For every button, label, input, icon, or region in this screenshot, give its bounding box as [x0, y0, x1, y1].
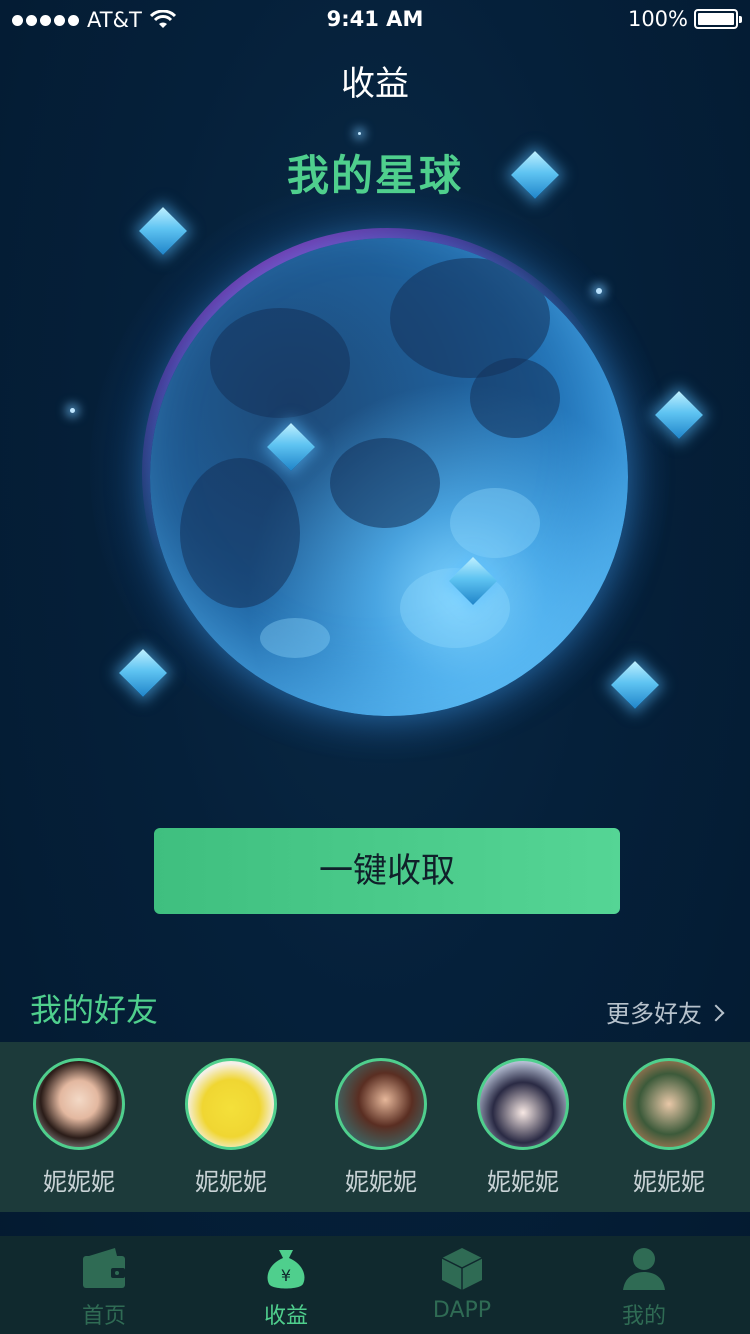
money-bag-icon: ¥: [263, 1246, 309, 1292]
wallet-icon: [81, 1246, 127, 1292]
status-bar: AT&T 9:41 AM 100%: [0, 0, 750, 40]
page-title: 收益: [341, 64, 409, 104]
svg-text:¥: ¥: [281, 1266, 291, 1285]
avatar: [185, 1058, 277, 1150]
planet-image: [150, 238, 628, 716]
tab-dapp[interactable]: DAPP: [402, 1246, 522, 1323]
avatar: [623, 1058, 715, 1150]
avatar: [477, 1058, 569, 1150]
cube-icon: [439, 1246, 485, 1292]
screen: AT&T 9:41 AM 100% 收益 我的星球 一键收取 我的好友 更多好友…: [0, 0, 750, 1334]
friend-item[interactable]: 妮妮妮: [326, 1058, 436, 1197]
person-icon: [621, 1246, 667, 1292]
tab-bar: 首页 ¥ 收益 DAPP 我的: [0, 1236, 750, 1334]
friend-item[interactable]: 妮妮妮: [468, 1058, 578, 1197]
friend-name: 妮妮妮: [633, 1168, 705, 1196]
friend-item[interactable]: 妮妮妮: [614, 1058, 724, 1197]
chevron-right-icon: [707, 1004, 725, 1021]
tab-earnings[interactable]: ¥ 收益: [226, 1246, 346, 1330]
gem-icon[interactable]: [610, 660, 660, 710]
status-right: 100%: [627, 7, 742, 31]
star-icon: [70, 408, 75, 413]
avatar: [335, 1058, 427, 1150]
friends-title: 我的好友: [30, 991, 159, 1029]
planet-title: 我的星球: [286, 151, 463, 200]
friend-name: 妮妮妮: [43, 1168, 115, 1196]
friend-item[interactable]: 妮妮妮: [24, 1058, 134, 1197]
tab-mine[interactable]: 我的: [584, 1246, 704, 1330]
more-friends-label: 更多好友: [606, 1000, 702, 1028]
friends-list: 妮妮妮 妮妮妮 妮妮妮 妮妮妮 妮妮妮: [0, 1042, 750, 1212]
battery-percent: 100%: [627, 7, 688, 31]
more-friends-link[interactable]: 更多好友: [606, 994, 725, 1029]
tab-label: DAPP: [432, 1298, 492, 1323]
tab-home[interactable]: 首页: [44, 1246, 164, 1330]
friend-name: 妮妮妮: [195, 1168, 267, 1196]
friend-name: 妮妮妮: [487, 1168, 559, 1196]
star-icon: [358, 132, 361, 135]
collect-all-button[interactable]: 一键收取: [154, 828, 620, 914]
avatar: [33, 1058, 125, 1150]
tab-label: 首页: [81, 1304, 126, 1329]
tab-label: 收益: [263, 1304, 308, 1329]
friend-item[interactable]: 妮妮妮: [176, 1058, 286, 1197]
friend-name: 妮妮妮: [345, 1168, 417, 1196]
battery-icon: [694, 9, 742, 29]
gem-icon[interactable]: [138, 206, 188, 256]
tab-label: 我的: [621, 1304, 666, 1329]
